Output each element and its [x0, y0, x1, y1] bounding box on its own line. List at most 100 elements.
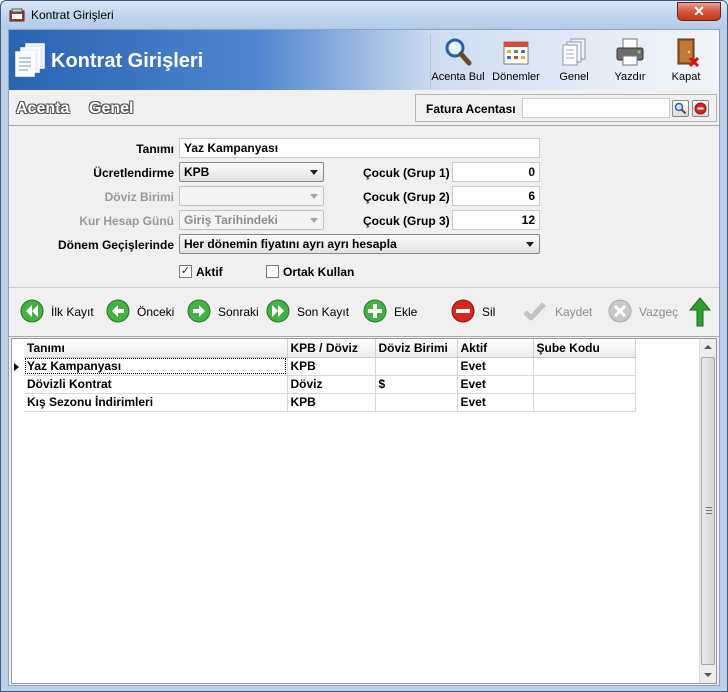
- ilk-kayit-label: İlk Kayıt: [51, 305, 94, 319]
- yazdir-button[interactable]: Yazdır: [606, 32, 654, 88]
- doviz-birimi-select[interactable]: [179, 186, 324, 206]
- ilk-kayit-button[interactable]: İlk Kayıt: [20, 299, 100, 325]
- cocuk-grup1-input[interactable]: 0: [452, 162, 540, 182]
- table-row[interactable]: Dövizli Kontrat Döviz $ Evet: [24, 375, 636, 394]
- cocuk-grup2-input[interactable]: 6: [452, 186, 540, 206]
- ekle-button[interactable]: Ekle: [363, 299, 419, 325]
- ucretlendirme-select[interactable]: KPB: [179, 162, 324, 182]
- donem-gecislerinde-select[interactable]: Her dönemin fiyatını ayrı ayrı hesapla: [179, 234, 540, 254]
- header-banner: Kontrat Girişleri Acenta Bul Dönemler Ge…: [9, 30, 719, 90]
- genel-label: Genel: [559, 71, 589, 83]
- genel-button[interactable]: Genel: [546, 32, 602, 88]
- cancel-icon: [608, 299, 632, 323]
- donemler-button[interactable]: Dönemler: [488, 32, 544, 88]
- acenta-bul-button[interactable]: Acenta Bul: [430, 32, 486, 88]
- printer-icon: [616, 38, 644, 66]
- table-row[interactable]: Yaz Kampanyası KPB Evet: [24, 357, 636, 376]
- kur-hesap-gunu-value: Giriş Tarihindeki: [184, 213, 278, 227]
- cell-tanimi[interactable]: Dövizli Kontrat: [24, 375, 288, 394]
- cell-kpb-doviz[interactable]: KPB: [287, 393, 376, 412]
- cell-tanimi[interactable]: Kış Sezonu İndirimleri: [24, 393, 288, 412]
- ucretlendirme-label: Ücretlendirme: [93, 166, 174, 180]
- chevron-down-icon: [310, 218, 318, 223]
- son-kayit-button[interactable]: Son Kayıt: [266, 299, 350, 325]
- application-window: Kontrat Girişleri ✕ Kontrat Girişleri Ac…: [0, 0, 728, 692]
- kur-hesap-gunu-select[interactable]: Giriş Tarihindeki: [179, 210, 324, 230]
- column-header-tanimi[interactable]: Tanımı: [24, 339, 288, 358]
- fatura-acentasi-group: Fatura Acentası: [415, 94, 717, 122]
- kaydet-button[interactable]: Kaydet: [522, 299, 594, 325]
- window-close-button[interactable]: ✕: [677, 2, 721, 21]
- tab-acenta[interactable]: Acenta: [16, 100, 69, 118]
- title-bar[interactable]: Kontrat Girişleri ✕: [1, 1, 727, 29]
- contracts-grid: Tanımı KPB / Döviz Döviz Birimi Aktif Şu…: [11, 338, 717, 684]
- current-row-indicator-icon: [14, 363, 19, 371]
- record-navigation-bar: İlk Kayıt Önceki Sonraki Son Kayıt Ekle …: [9, 287, 719, 337]
- ekle-label: Ekle: [394, 305, 418, 319]
- add-icon: [363, 299, 387, 323]
- donem-gecislerinde-label: Dönem Geçişlerinde: [57, 238, 174, 252]
- ortak-kullan-checkbox[interactable]: [266, 265, 279, 278]
- arrow-left-icon: [106, 299, 130, 323]
- cell-kpb-doviz[interactable]: KPB: [287, 357, 376, 376]
- app-icon: [9, 8, 25, 22]
- doviz-birimi-label: Döviz Birimi: [104, 190, 174, 204]
- fatura-acentasi-label: Fatura Acentası: [426, 102, 516, 116]
- vazgec-label: Vazgeç: [639, 305, 679, 319]
- cell-kpb-doviz[interactable]: Döviz: [287, 375, 376, 394]
- kaydet-label: Kaydet: [555, 305, 593, 319]
- cell-sube-kodu[interactable]: [533, 393, 636, 412]
- column-header-doviz-birimi[interactable]: Döviz Birimi: [375, 339, 458, 358]
- fatura-acentasi-input[interactable]: [522, 98, 670, 118]
- arrow-right-icon: [187, 299, 211, 323]
- cocuk-grup3-input[interactable]: 12: [452, 210, 540, 230]
- kapat-button[interactable]: Kapat: [662, 32, 710, 88]
- tanimi-label: Tanımı: [136, 142, 174, 156]
- fatura-clear-button[interactable]: [692, 100, 709, 117]
- cell-doviz-birimi[interactable]: $: [375, 375, 458, 394]
- kapat-label: Kapat: [671, 71, 701, 83]
- son-kayit-label: Son Kayıt: [297, 305, 350, 319]
- tab-genel[interactable]: Genel: [89, 100, 133, 118]
- sil-button[interactable]: Sil: [451, 299, 501, 325]
- contracts-table: Tanımı KPB / Döviz Döviz Birimi Aktif Şu…: [24, 339, 636, 412]
- cell-sube-kodu[interactable]: [533, 375, 636, 394]
- tanimi-input[interactable]: Yaz Kampanyası: [179, 138, 540, 158]
- ucretlendirme-value: KPB: [184, 165, 210, 179]
- cell-aktif[interactable]: Evet: [457, 357, 534, 376]
- cell-aktif[interactable]: Evet: [457, 393, 534, 412]
- cell-sube-kodu[interactable]: [533, 357, 636, 376]
- acenta-bul-label: Acenta Bul: [431, 71, 485, 83]
- grip-line: [706, 513, 712, 514]
- sonraki-label: Sonraki: [218, 305, 259, 319]
- checkmark-icon: [523, 302, 546, 321]
- sonraki-button[interactable]: Sonraki: [187, 299, 259, 325]
- onceki-button[interactable]: Önceki: [106, 299, 176, 325]
- cell-doviz-birimi[interactable]: [375, 393, 458, 412]
- aktif-checkbox[interactable]: ✓: [179, 265, 192, 278]
- cell-tanimi[interactable]: Yaz Kampanyası: [24, 357, 288, 376]
- scrollbar-thumb[interactable]: [701, 357, 715, 665]
- go-up-button[interactable]: [688, 297, 712, 327]
- ortak-kullan-label: Ortak Kullan: [283, 265, 355, 279]
- cell-aktif[interactable]: Evet: [457, 375, 534, 394]
- cell-doviz-birimi[interactable]: [375, 357, 458, 376]
- tabs-bar: Acenta Genel Fatura Acentası: [9, 90, 719, 126]
- scroll-up-button[interactable]: [700, 339, 716, 356]
- vazgec-button[interactable]: Vazgeç: [608, 299, 678, 325]
- scroll-down-button[interactable]: [700, 666, 716, 683]
- vertical-scrollbar[interactable]: [699, 339, 716, 683]
- search-icon: [674, 102, 687, 115]
- table-row[interactable]: Kış Sezonu İndirimleri KPB Evet: [24, 393, 636, 412]
- chevron-down-icon: [310, 194, 318, 199]
- column-header-aktif[interactable]: Aktif: [457, 339, 534, 358]
- magnifier-icon: [445, 38, 472, 66]
- scroll-up-icon: [704, 345, 712, 349]
- scroll-down-icon: [704, 673, 712, 677]
- window-title: Kontrat Girişleri: [31, 8, 114, 22]
- column-header-kpb-doviz[interactable]: KPB / Döviz: [287, 339, 376, 358]
- fatura-search-button[interactable]: [672, 100, 689, 117]
- column-header-sube-kodu[interactable]: Şube Kodu: [533, 339, 636, 358]
- client-area: Kontrat Girişleri Acenta Bul Dönemler Ge…: [8, 29, 720, 686]
- kur-hesap-gunu-label: Kur Hesap Günü: [79, 214, 174, 228]
